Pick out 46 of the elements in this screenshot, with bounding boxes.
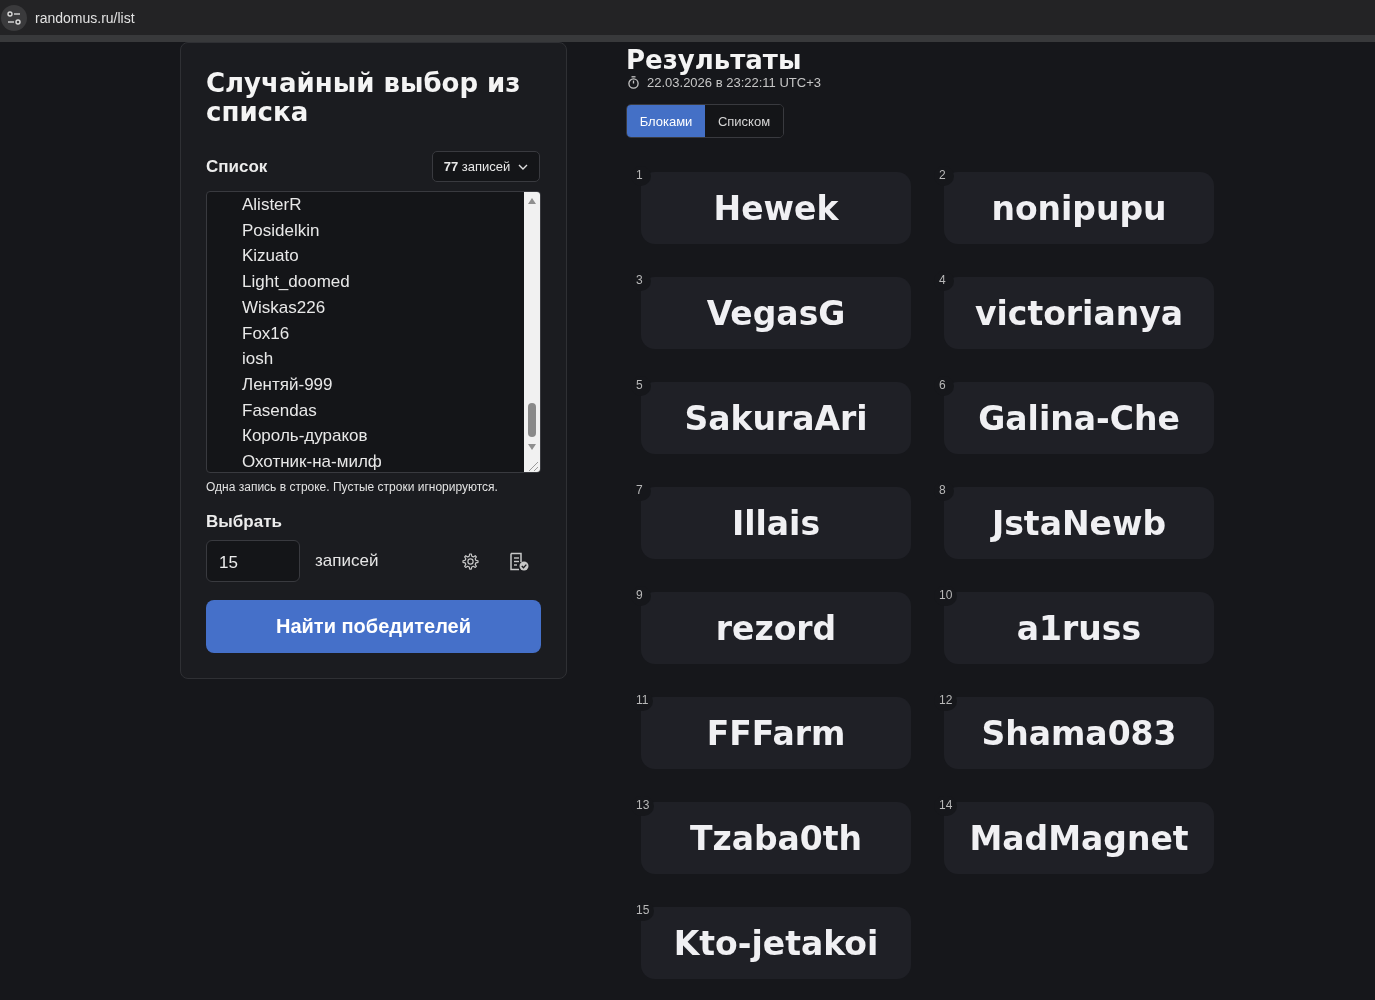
results-title: Результаты bbox=[626, 46, 803, 74]
winner-name: rezord bbox=[715, 608, 837, 648]
count-unit-label: записей bbox=[315, 551, 379, 571]
list-entry: iosh bbox=[242, 348, 275, 371]
winner-name: JstaNewb bbox=[991, 503, 1167, 543]
document-check-icon[interactable] bbox=[509, 551, 529, 571]
winner-name: FFFarm bbox=[706, 713, 846, 753]
winner-name: a1russ bbox=[1016, 608, 1142, 648]
chevron-down-icon bbox=[518, 163, 529, 170]
find-winners-button[interactable]: Найти победителей bbox=[206, 600, 541, 653]
count-input[interactable]: 15 bbox=[206, 540, 300, 582]
settings-icon[interactable] bbox=[461, 551, 480, 571]
site-settings-icon[interactable] bbox=[1, 4, 27, 31]
winner-name: Kto-jetakoi bbox=[673, 923, 879, 963]
winner-name: nonipupu bbox=[991, 188, 1167, 228]
list-entry: AlisterR bbox=[242, 194, 303, 216]
list-entry: Fox16 bbox=[242, 322, 291, 345]
winner-name: VegasG bbox=[706, 293, 846, 333]
list-entry: Охотник-на-милф bbox=[242, 451, 383, 472]
winner-name: Illais bbox=[731, 503, 821, 543]
winner-name: victorianya bbox=[975, 293, 1183, 333]
list-entry: Wiskas226 bbox=[242, 296, 327, 319]
list-entry: Kizuato bbox=[242, 245, 300, 268]
list-entry: Король-дураков bbox=[242, 425, 369, 448]
entries-textarea[interactable]: AlisterR Posidelkin Kizuato Light_doomed Wiskas226 Fox16 iosh Лентяй-999 Fasendas Король-дураков Охотник-на-милф bbox=[206, 191, 541, 473]
winner-name: Shama083 bbox=[981, 713, 1177, 753]
winner-name: Hewek bbox=[713, 188, 839, 228]
list-label: Список bbox=[206, 156, 268, 177]
list-entry: Posidelkin bbox=[242, 219, 321, 242]
scrollbar[interactable] bbox=[524, 192, 540, 460]
address-field[interactable]: randomus.ru/list bbox=[35, 9, 135, 26]
hint-text: Одна запись в строке. Пустые строки игнорируются. bbox=[206, 480, 499, 494]
form-title: Случайный выбор из списка bbox=[206, 69, 522, 127]
timestamp-text: 22.03.2026 в 23:22:11 UTC+3 bbox=[647, 75, 821, 90]
resize-grip-icon[interactable] bbox=[524, 460, 540, 472]
pick-label: Выбрать bbox=[206, 512, 283, 532]
winner-name: SakuraAri bbox=[684, 398, 868, 438]
view-tab[interactable]: Блоками bbox=[627, 105, 705, 137]
winner-name: MadMagnet bbox=[969, 818, 1189, 858]
winner-name: Tzaba0th bbox=[689, 818, 863, 858]
winner-name: Galina-Che bbox=[978, 398, 1180, 438]
list-entry: Лентяй-999 bbox=[242, 373, 334, 396]
entry-count-dropdown[interactable]: 77 записей bbox=[432, 151, 540, 182]
list-entry: Fasendas bbox=[242, 399, 318, 422]
stopwatch-icon bbox=[628, 76, 639, 89]
list-entry: Light_doomed bbox=[242, 271, 351, 294]
